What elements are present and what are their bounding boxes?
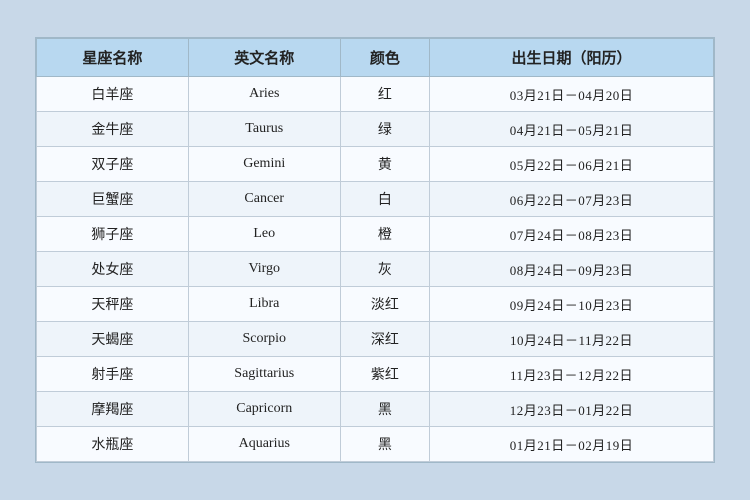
table-cell-r10-c3: 01月21日－02月19日 <box>430 427 714 462</box>
table-cell-r5-c2: 灰 <box>340 252 429 287</box>
table-cell-r0-c3: 03月21日－04月20日 <box>430 77 714 112</box>
table-row: 双子座Gemini黄05月22日－06月21日 <box>37 147 714 182</box>
table-row: 白羊座Aries红03月21日－04月20日 <box>37 77 714 112</box>
zodiac-table-container: 星座名称英文名称颜色出生日期（阳历） 白羊座Aries红03月21日－04月20… <box>35 37 715 463</box>
table-cell-r10-c1: Aquarius <box>188 427 340 462</box>
table-cell-r3-c3: 06月22日－07月23日 <box>430 182 714 217</box>
table-cell-r3-c1: Cancer <box>188 182 340 217</box>
table-cell-r9-c2: 黑 <box>340 392 429 427</box>
table-cell-r10-c2: 黑 <box>340 427 429 462</box>
table-cell-r6-c1: Libra <box>188 287 340 322</box>
table-row: 狮子座Leo橙07月24日－08月23日 <box>37 217 714 252</box>
table-cell-r7-c3: 10月24日－11月22日 <box>430 322 714 357</box>
table-cell-r2-c0: 双子座 <box>37 147 189 182</box>
table-cell-r9-c0: 摩羯座 <box>37 392 189 427</box>
table-cell-r3-c0: 巨蟹座 <box>37 182 189 217</box>
table-row: 金牛座Taurus绿04月21日－05月21日 <box>37 112 714 147</box>
table-row: 射手座Sagittarius紫红11月23日－12月22日 <box>37 357 714 392</box>
table-body: 白羊座Aries红03月21日－04月20日金牛座Taurus绿04月21日－0… <box>37 77 714 462</box>
table-cell-r4-c0: 狮子座 <box>37 217 189 252</box>
zodiac-table: 星座名称英文名称颜色出生日期（阳历） 白羊座Aries红03月21日－04月20… <box>36 38 714 462</box>
table-cell-r3-c2: 白 <box>340 182 429 217</box>
table-cell-r1-c0: 金牛座 <box>37 112 189 147</box>
table-cell-r2-c1: Gemini <box>188 147 340 182</box>
table-cell-r8-c2: 紫红 <box>340 357 429 392</box>
table-cell-r5-c0: 处女座 <box>37 252 189 287</box>
table-cell-r9-c1: Capricorn <box>188 392 340 427</box>
column-header-0: 星座名称 <box>37 39 189 77</box>
table-header-row: 星座名称英文名称颜色出生日期（阳历） <box>37 39 714 77</box>
table-cell-r6-c2: 淡红 <box>340 287 429 322</box>
table-cell-r4-c2: 橙 <box>340 217 429 252</box>
table-row: 天蝎座Scorpio深红10月24日－11月22日 <box>37 322 714 357</box>
table-cell-r6-c3: 09月24日－10月23日 <box>430 287 714 322</box>
table-cell-r5-c1: Virgo <box>188 252 340 287</box>
table-row: 巨蟹座Cancer白06月22日－07月23日 <box>37 182 714 217</box>
table-cell-r0-c0: 白羊座 <box>37 77 189 112</box>
table-cell-r8-c0: 射手座 <box>37 357 189 392</box>
table-cell-r9-c3: 12月23日－01月22日 <box>430 392 714 427</box>
table-row: 处女座Virgo灰08月24日－09月23日 <box>37 252 714 287</box>
table-row: 天秤座Libra淡红09月24日－10月23日 <box>37 287 714 322</box>
table-cell-r8-c1: Sagittarius <box>188 357 340 392</box>
table-row: 摩羯座Capricorn黑12月23日－01月22日 <box>37 392 714 427</box>
table-cell-r6-c0: 天秤座 <box>37 287 189 322</box>
table-row: 水瓶座Aquarius黑01月21日－02月19日 <box>37 427 714 462</box>
table-cell-r7-c2: 深红 <box>340 322 429 357</box>
column-header-2: 颜色 <box>340 39 429 77</box>
table-cell-r10-c0: 水瓶座 <box>37 427 189 462</box>
table-cell-r0-c1: Aries <box>188 77 340 112</box>
table-cell-r8-c3: 11月23日－12月22日 <box>430 357 714 392</box>
table-cell-r4-c1: Leo <box>188 217 340 252</box>
table-cell-r4-c3: 07月24日－08月23日 <box>430 217 714 252</box>
table-cell-r1-c2: 绿 <box>340 112 429 147</box>
column-header-1: 英文名称 <box>188 39 340 77</box>
column-header-3: 出生日期（阳历） <box>430 39 714 77</box>
table-cell-r0-c2: 红 <box>340 77 429 112</box>
table-cell-r1-c3: 04月21日－05月21日 <box>430 112 714 147</box>
table-cell-r7-c0: 天蝎座 <box>37 322 189 357</box>
table-cell-r2-c2: 黄 <box>340 147 429 182</box>
table-cell-r5-c3: 08月24日－09月23日 <box>430 252 714 287</box>
table-cell-r7-c1: Scorpio <box>188 322 340 357</box>
table-cell-r1-c1: Taurus <box>188 112 340 147</box>
table-cell-r2-c3: 05月22日－06月21日 <box>430 147 714 182</box>
